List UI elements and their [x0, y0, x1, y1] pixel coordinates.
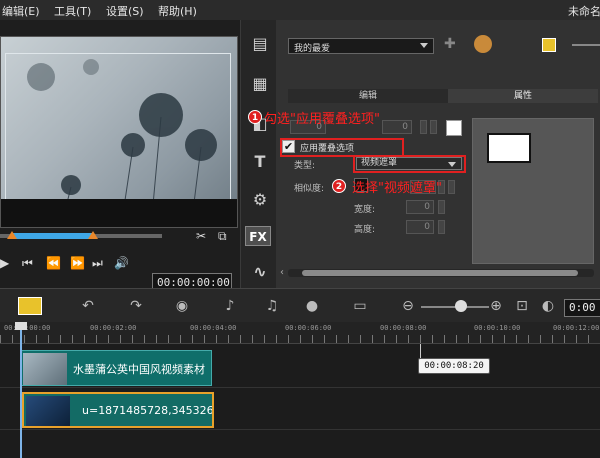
options-scrollbar[interactable] — [288, 269, 594, 277]
project-title: 未命名 — [568, 5, 600, 18]
step2-badge: 2 — [332, 179, 346, 193]
play-icon[interactable]: ▶ — [0, 256, 9, 270]
get-more-icon[interactable] — [474, 35, 492, 53]
spinner[interactable] — [420, 120, 427, 134]
height-field[interactable]: 0 — [406, 220, 434, 234]
graphics-icon[interactable]: ⚙ — [247, 190, 273, 212]
ruler-label: 00:00:10:00 — [474, 324, 521, 332]
hover-timecode-tooltip: 00:00:08:20 — [418, 358, 490, 374]
library-dropdown[interactable]: 我的最爱 — [288, 38, 434, 54]
options-panel: 我的最爱 ✚ 编辑 属性 0 0 ✔ 应用覆叠选项 类型: 视频遮罩 相似度: … — [276, 20, 600, 288]
menu-help[interactable]: 帮助(H) — [158, 3, 197, 19]
field-top2[interactable]: 0 — [382, 120, 412, 134]
motion-tracking-icon[interactable]: ● — [302, 298, 322, 314]
mark-out-handle[interactable] — [88, 231, 98, 239]
tab-attributes[interactable]: 属性 — [448, 89, 598, 103]
title-icon[interactable]: T — [247, 152, 273, 174]
similarity-label: 相似度: — [294, 184, 325, 194]
playhead-handle[interactable] — [15, 322, 27, 330]
prev-frame-icon[interactable]: ⏪ — [46, 256, 61, 270]
spinner[interactable] — [448, 180, 455, 194]
clip-label: 水墨蒲公英中国风视频素材 — [73, 363, 205, 376]
mask-thumbnail — [487, 133, 531, 163]
chevron-down-icon — [420, 43, 428, 48]
timeline-view-button[interactable] — [18, 297, 42, 315]
clip-thumbnail — [26, 396, 70, 426]
width-field[interactable]: 0 — [406, 200, 434, 214]
fit-project-icon[interactable]: ⊡ — [512, 298, 532, 314]
tab-edit[interactable]: 编辑 — [288, 89, 448, 103]
menu-edit[interactable]: 编辑(E) — [2, 3, 40, 19]
redo-icon[interactable]: ↷ — [126, 298, 146, 314]
menu-tools[interactable]: 工具(T) — [54, 3, 91, 19]
sound-mixer-icon[interactable]: ♪ — [220, 298, 240, 314]
thumbnail-size-slider[interactable] — [572, 44, 600, 46]
split-clip-icon[interactable]: ✂ — [196, 229, 206, 243]
step1-badge: 1 — [248, 110, 262, 124]
width-label: 宽度: — [354, 205, 376, 215]
library-dropdown-value: 我的最爱 — [294, 44, 331, 54]
project-settings-icon[interactable]: ◐ — [538, 298, 558, 314]
step1-annotation: 勾选"应用覆叠选项" — [264, 112, 380, 127]
video-preview[interactable] — [0, 36, 238, 228]
timeline-toolbar: ↶ ↷ ◉ ♪ ♫ ● ▭ ⊖ ⊕ ⊡ ◐ 0:00 — [0, 288, 600, 322]
spinner[interactable] — [438, 200, 445, 214]
step2-annotation: 选择"视频遮罩" — [352, 181, 442, 196]
trim-range[interactable] — [12, 233, 94, 239]
go-start-icon[interactable]: ⏮ — [22, 256, 33, 271]
scroll-left-icon[interactable]: ‹ — [280, 267, 284, 278]
zoom-slider-thumb[interactable] — [455, 300, 467, 312]
menu-settings[interactable]: 设置(S) — [106, 3, 144, 19]
overlay-track: u=1871485728,3453263235 — [0, 390, 600, 430]
letterbox-bar — [1, 199, 237, 227]
timeline-ruler[interactable]: 00:00:00:00 00:00:02:00 00:00:04:00 00:0… — [0, 322, 600, 344]
height-label: 高度: — [354, 225, 376, 235]
ruler-label: 00:00:00:00 — [4, 324, 51, 332]
spinner[interactable] — [430, 120, 437, 134]
add-favorite-icon[interactable]: ✚ — [444, 36, 456, 52]
mask-preview — [472, 118, 594, 264]
timeline-tracks: 水墨蒲公英中国风视频素材 u=1871485728,3453263235 — [0, 344, 600, 458]
ruler-ticks — [0, 335, 600, 343]
clip-overlay-1[interactable]: u=1871485728,3453263235 — [22, 392, 214, 428]
next-frame-icon[interactable]: ⏩ — [70, 256, 85, 270]
fx-filter-button[interactable]: FX — [245, 226, 271, 246]
record-capture-icon[interactable]: ◉ — [172, 298, 192, 314]
category-toolbar: ▤ ▦ ◧ T ⚙ FX ∿ — [240, 20, 276, 288]
annotation-box-2 — [353, 155, 466, 173]
undo-icon[interactable]: ↶ — [78, 298, 98, 314]
volume-icon[interactable]: 🔊 — [114, 256, 129, 270]
auto-music-icon[interactable]: ♫ — [262, 298, 282, 314]
safe-area-frame — [5, 53, 231, 203]
media-library-icon[interactable]: ▤ — [247, 34, 273, 56]
menu-bar: 编辑(E) 工具(T) 设置(S) 帮助(H) 未命名 — [0, 0, 600, 20]
spinner[interactable] — [438, 220, 445, 234]
preview-panel: ✂ ⧉ ▶ ⏮ ⏪ ⏩ ⏭ 🔊 00:00:00:00 — [0, 20, 240, 291]
ruler-label: 00:00:04:00 — [190, 324, 237, 332]
motion-path-icon[interactable]: ∿ — [247, 262, 273, 284]
zoom-out-icon[interactable]: ⊖ — [398, 298, 418, 314]
clip-label: u=1871485728,3453263235 — [82, 404, 214, 417]
type-label: 类型: — [294, 161, 316, 171]
ruler-label: 00:00:08:00 — [380, 324, 427, 332]
project-timecode[interactable]: 0:00 — [564, 299, 600, 317]
ruler-label: 00:00:02:00 — [90, 324, 137, 332]
display-options-icon[interactable] — [542, 38, 556, 52]
playhead[interactable] — [20, 322, 22, 458]
video-track: 水墨蒲公英中国风视频素材 — [0, 348, 600, 388]
enlarge-preview-icon[interactable]: ⧉ — [218, 229, 227, 244]
ruler-label: 00:00:12:00 — [553, 324, 600, 332]
scrollbar-thumb[interactable] — [302, 270, 578, 276]
subtitle-editor-icon[interactable]: ▭ — [350, 298, 370, 314]
clip-thumbnail — [23, 353, 67, 385]
ruler-label: 00:00:06:00 — [285, 324, 332, 332]
mark-in-handle[interactable] — [7, 231, 17, 239]
instant-project-icon[interactable]: ▦ — [247, 74, 273, 96]
color-swatch[interactable] — [446, 120, 462, 136]
zoom-in-icon[interactable]: ⊕ — [486, 298, 506, 314]
go-end-icon[interactable]: ⏭ — [92, 256, 103, 271]
clip-video-1[interactable]: 水墨蒲公英中国风视频素材 — [20, 350, 212, 386]
